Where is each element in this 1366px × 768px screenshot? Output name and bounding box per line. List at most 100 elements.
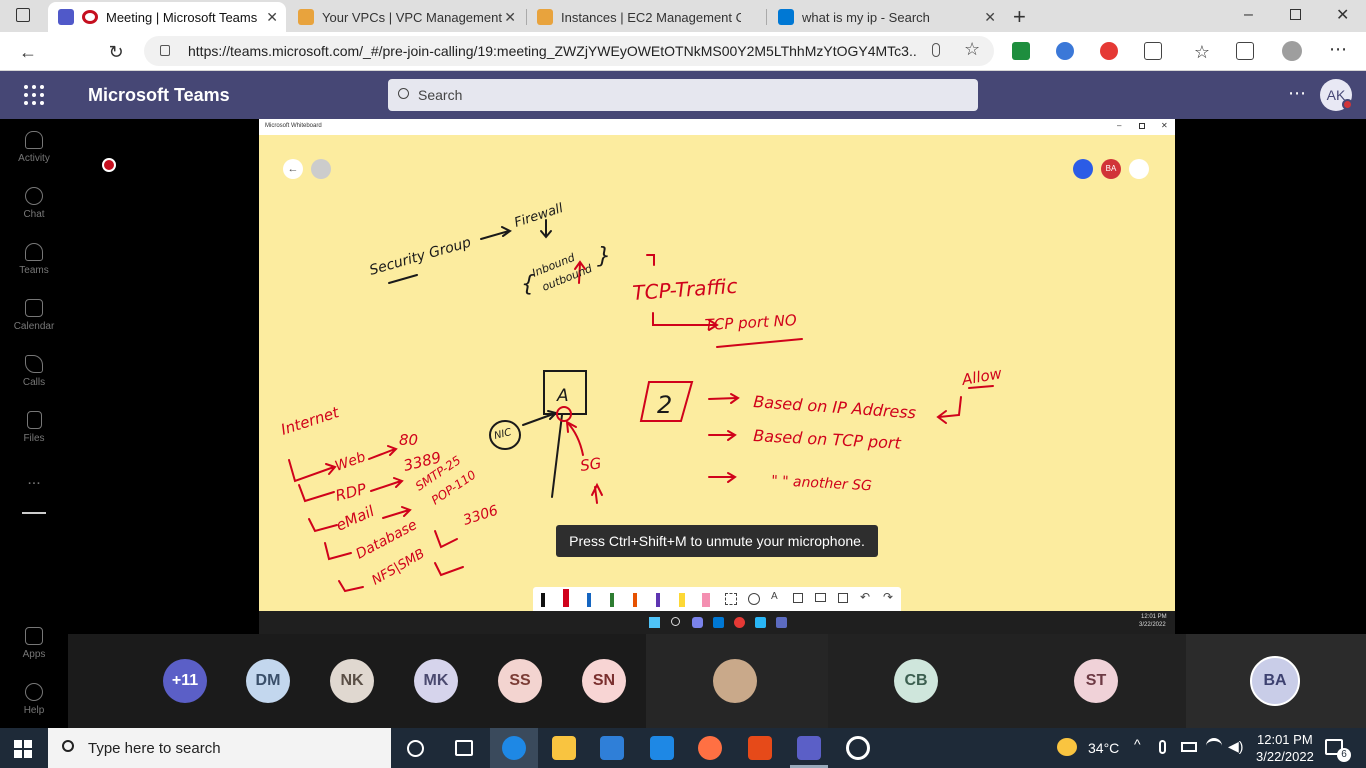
tab-vpc[interactable]: Your VPCs | VPC Management C ✕	[288, 2, 524, 32]
rail-activity[interactable]: Activity	[0, 131, 68, 164]
rail-calendar[interactable]: Calendar	[0, 299, 68, 332]
pen-red-icon[interactable]	[563, 589, 569, 607]
remote-teams-icon	[776, 617, 787, 628]
url-text[interactable]: https://teams.microsoft.com/_#/pre-join-…	[188, 43, 918, 59]
avatar[interactable]: SN	[582, 659, 626, 703]
insert-icon[interactable]	[838, 593, 848, 603]
more-options-icon[interactable]: ⋯	[1288, 83, 1306, 104]
note-tcp-port-no: TCP port NO	[704, 311, 797, 334]
rail-help[interactable]: Help	[0, 683, 68, 716]
note-box-a: A	[556, 386, 569, 406]
taskbar-search-input[interactable]: Type here to search	[48, 728, 391, 768]
avatar[interactable]: MK	[414, 659, 458, 703]
avatar[interactable]: NK	[330, 659, 374, 703]
favorites-icon[interactable]: ☆	[1190, 40, 1214, 64]
participant-strip: +11 DM NK MK SS SN CB ST BA	[68, 634, 1366, 728]
pen-orange-icon[interactable]	[633, 593, 637, 607]
tray-volume-icon[interactable]: ◀)	[1228, 738, 1243, 755]
pen-purple-icon[interactable]	[656, 593, 660, 607]
ink-arrow	[338, 580, 364, 593]
tray-battery-icon[interactable]	[1181, 742, 1197, 752]
tray-chevron-icon[interactable]: ^	[1134, 736, 1141, 752]
file-explorer-icon[interactable]	[552, 736, 576, 760]
task-view-icon[interactable]	[455, 740, 473, 756]
edge-icon[interactable]	[502, 736, 526, 760]
shape-icon[interactable]	[748, 593, 760, 605]
restore-icon[interactable]	[1290, 9, 1301, 20]
pen-blue-icon[interactable]	[587, 593, 591, 607]
tab-actions-icon[interactable]	[16, 8, 30, 22]
wb-maximize-icon[interactable]	[1139, 123, 1145, 129]
lasso-icon[interactable]	[725, 593, 737, 605]
windows-taskbar: Type here to search 34°C ^ ◀) 12:01 PM 3…	[0, 728, 1366, 768]
rail-more-apps[interactable]: ...	[0, 471, 68, 489]
address-bar[interactable]: https://teams.microsoft.com/_#/pre-join-…	[144, 36, 994, 66]
tab-teams-meeting[interactable]: Meeting | Microsoft Teams ✕	[48, 2, 286, 32]
rail-teams[interactable]: Teams	[0, 243, 68, 276]
clock-time[interactable]: 12:01 PM	[1257, 732, 1313, 747]
tray-mic-icon[interactable]	[1159, 740, 1166, 754]
clock-date[interactable]: 3/22/2022	[1256, 749, 1314, 764]
eraser-icon[interactable]	[702, 593, 710, 607]
note-icon[interactable]	[793, 593, 803, 603]
new-tab-icon[interactable]: +	[1013, 4, 1026, 30]
close-window-icon[interactable]: ✕	[1336, 5, 1349, 25]
profile-icon[interactable]	[1282, 41, 1302, 61]
teams-icon[interactable]	[797, 736, 821, 760]
cortana-icon[interactable]	[407, 740, 424, 757]
wb-minimize-icon[interactable]: –	[1117, 121, 1121, 130]
settings-more-icon[interactable]: ⋯	[1326, 37, 1350, 61]
overflow-count-avatar[interactable]: +11	[163, 659, 207, 703]
favorite-star-icon[interactable]: ☆	[964, 39, 980, 60]
undo-icon[interactable]: ↶	[860, 590, 870, 604]
office-icon[interactable]	[748, 736, 772, 760]
back-icon[interactable]: ←	[16, 40, 40, 64]
aws-favicon-icon	[537, 9, 553, 25]
extension-red-icon[interactable]	[1100, 42, 1118, 60]
ink-arrow	[368, 445, 398, 460]
avatar[interactable]: SS	[498, 659, 542, 703]
store-icon[interactable]	[600, 736, 624, 760]
close-tab-icon[interactable]: ✕	[504, 9, 516, 26]
avatar[interactable]: DM	[246, 659, 290, 703]
extension-blue-icon[interactable]	[1056, 42, 1074, 60]
settings-gear-icon[interactable]	[846, 736, 870, 760]
note-rule-ip: Based on IP Address	[753, 392, 917, 422]
microphone-icon[interactable]	[932, 43, 940, 57]
pen-black-icon[interactable]	[541, 593, 545, 607]
extension-green-icon[interactable]	[1012, 42, 1030, 60]
wb-close-icon[interactable]: ✕	[1161, 121, 1168, 130]
avatar-speaking[interactable]: BA	[1250, 656, 1300, 706]
mail-icon[interactable]	[650, 736, 674, 760]
image-icon[interactable]	[815, 593, 826, 602]
highlighter-icon[interactable]	[679, 593, 685, 607]
tray-wifi-icon[interactable]	[1206, 738, 1222, 754]
refresh-icon[interactable]: ↻	[104, 40, 128, 64]
participant-video-tile[interactable]	[646, 634, 828, 728]
collections-icon[interactable]	[1236, 42, 1254, 60]
firefox-icon[interactable]	[698, 736, 722, 760]
pen-green-icon[interactable]	[610, 593, 614, 607]
redo-icon[interactable]: ↷	[883, 590, 893, 604]
rail-apps[interactable]: Apps	[0, 627, 68, 660]
rail-chat[interactable]: Chat	[0, 187, 68, 220]
avatar[interactable]: ST	[1074, 659, 1118, 703]
tab-bing-search[interactable]: what is my ip - Search ✕	[768, 2, 1004, 32]
rail-calls[interactable]: Calls	[0, 355, 68, 388]
notification-count-badge: 6	[1337, 748, 1351, 762]
weather-temp[interactable]: 34°C	[1088, 740, 1119, 756]
ink-arrow	[434, 530, 458, 549]
tab-ec2[interactable]: Instances | EC2 Management Co	[527, 2, 765, 32]
weather-icon[interactable]	[1057, 738, 1077, 756]
search-input[interactable]: Search	[388, 79, 978, 111]
close-tab-icon[interactable]: ✕	[984, 9, 996, 26]
text-icon[interactable]: A	[771, 591, 778, 602]
windows-start-icon[interactable]	[14, 740, 32, 758]
rail-files[interactable]: Files	[0, 411, 68, 444]
help-icon	[25, 683, 43, 701]
app-launcher-icon[interactable]	[24, 85, 44, 105]
close-tab-icon[interactable]: ✕	[266, 9, 278, 26]
extensions-puzzle-icon[interactable]	[1144, 42, 1162, 60]
minimize-icon[interactable]: –	[1244, 6, 1253, 24]
avatar[interactable]: CB	[894, 659, 938, 703]
